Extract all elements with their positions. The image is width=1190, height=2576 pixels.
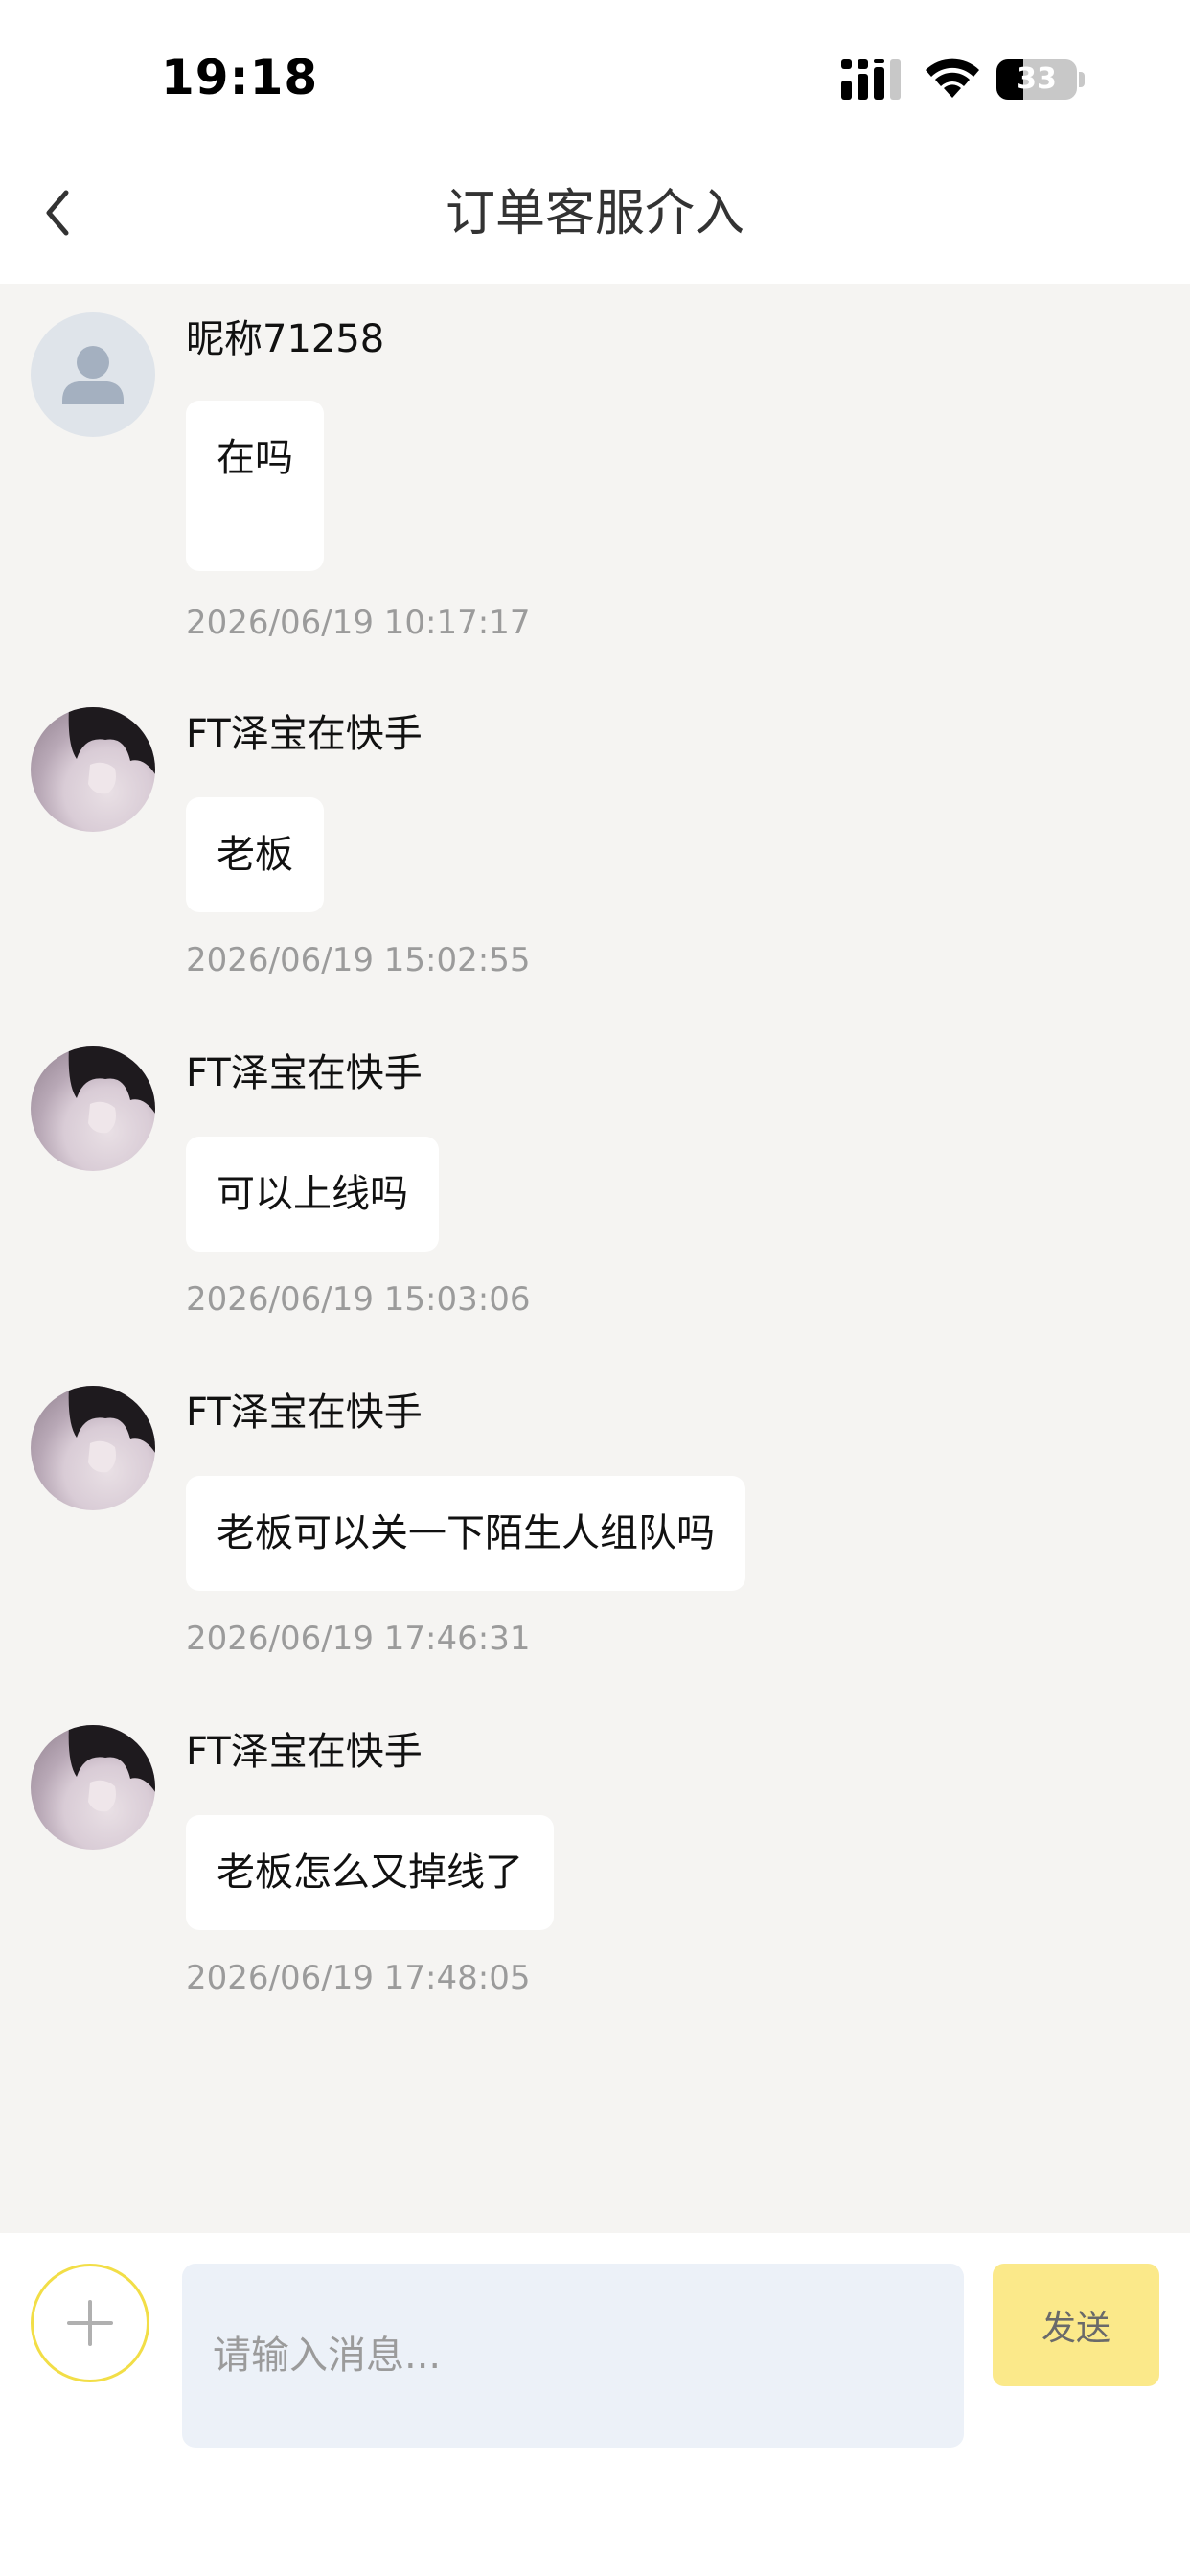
user-photo-icon [68, 1725, 155, 1812]
avatar[interactable] [31, 1386, 155, 1510]
default-user-icon [62, 346, 124, 404]
message-bubble[interactable]: 在吗 [186, 401, 324, 571]
message-bubble[interactable]: 可以上线吗 [186, 1137, 439, 1252]
send-button[interactable]: 发送 [993, 2264, 1159, 2386]
message-bubble[interactable]: 老板怎么又掉线了 [186, 1815, 554, 1930]
avatar[interactable] [31, 1046, 155, 1171]
sender-name: FT泽宝在快手 [186, 712, 423, 756]
chevron-left-icon [46, 190, 69, 236]
message-timestamp: 2026/06/19 17:48:05 [186, 1959, 531, 1997]
status-bar: 19:18 33 [0, 0, 1190, 144]
battery-level: 33 [1017, 62, 1057, 96]
wifi-icon [926, 58, 979, 98]
sender-name: FT泽宝在快手 [186, 1391, 423, 1435]
avatar[interactable] [31, 312, 155, 437]
battery-icon: 33 [996, 59, 1085, 100]
message-timestamp: 2026/06/19 15:02:55 [186, 941, 531, 979]
screen: 19:18 33 订单客服介入 昵称71258 在吗 2026/06/19 10… [0, 0, 1190, 2576]
message-bubble[interactable]: 老板 [186, 797, 324, 912]
plus-icon [67, 2300, 113, 2346]
avatar[interactable] [31, 707, 155, 832]
sender-name: FT泽宝在快手 [186, 1051, 423, 1095]
attach-button[interactable] [31, 2264, 149, 2382]
back-button[interactable] [29, 174, 86, 251]
page-title: 订单客服介入 [445, 185, 744, 242]
message-timestamp: 2026/06/19 17:46:31 [186, 1620, 531, 1658]
user-photo-icon [68, 1386, 155, 1473]
sender-name: 昵称71258 [186, 317, 385, 361]
user-photo-icon [68, 1046, 155, 1134]
message-timestamp: 2026/06/19 15:03:06 [186, 1280, 531, 1319]
message-input[interactable] [182, 2264, 964, 2448]
cellular-signal-icon [841, 59, 901, 100]
chat-message-list[interactable]: 昵称71258 在吗 2026/06/19 10:17:17 FT泽宝在快手 老… [0, 284, 1190, 2233]
message-timestamp: 2026/06/19 10:17:17 [186, 604, 531, 642]
nav-bar: 订单客服介入 [0, 144, 1190, 284]
input-bar: 发送 [0, 2233, 1190, 2576]
message-bubble[interactable]: 老板可以关一下陌生人组队吗 [186, 1476, 745, 1591]
user-photo-icon [68, 707, 155, 794]
sender-name: FT泽宝在快手 [186, 1730, 423, 1774]
avatar[interactable] [31, 1725, 155, 1850]
status-time: 19:18 [161, 50, 319, 105]
